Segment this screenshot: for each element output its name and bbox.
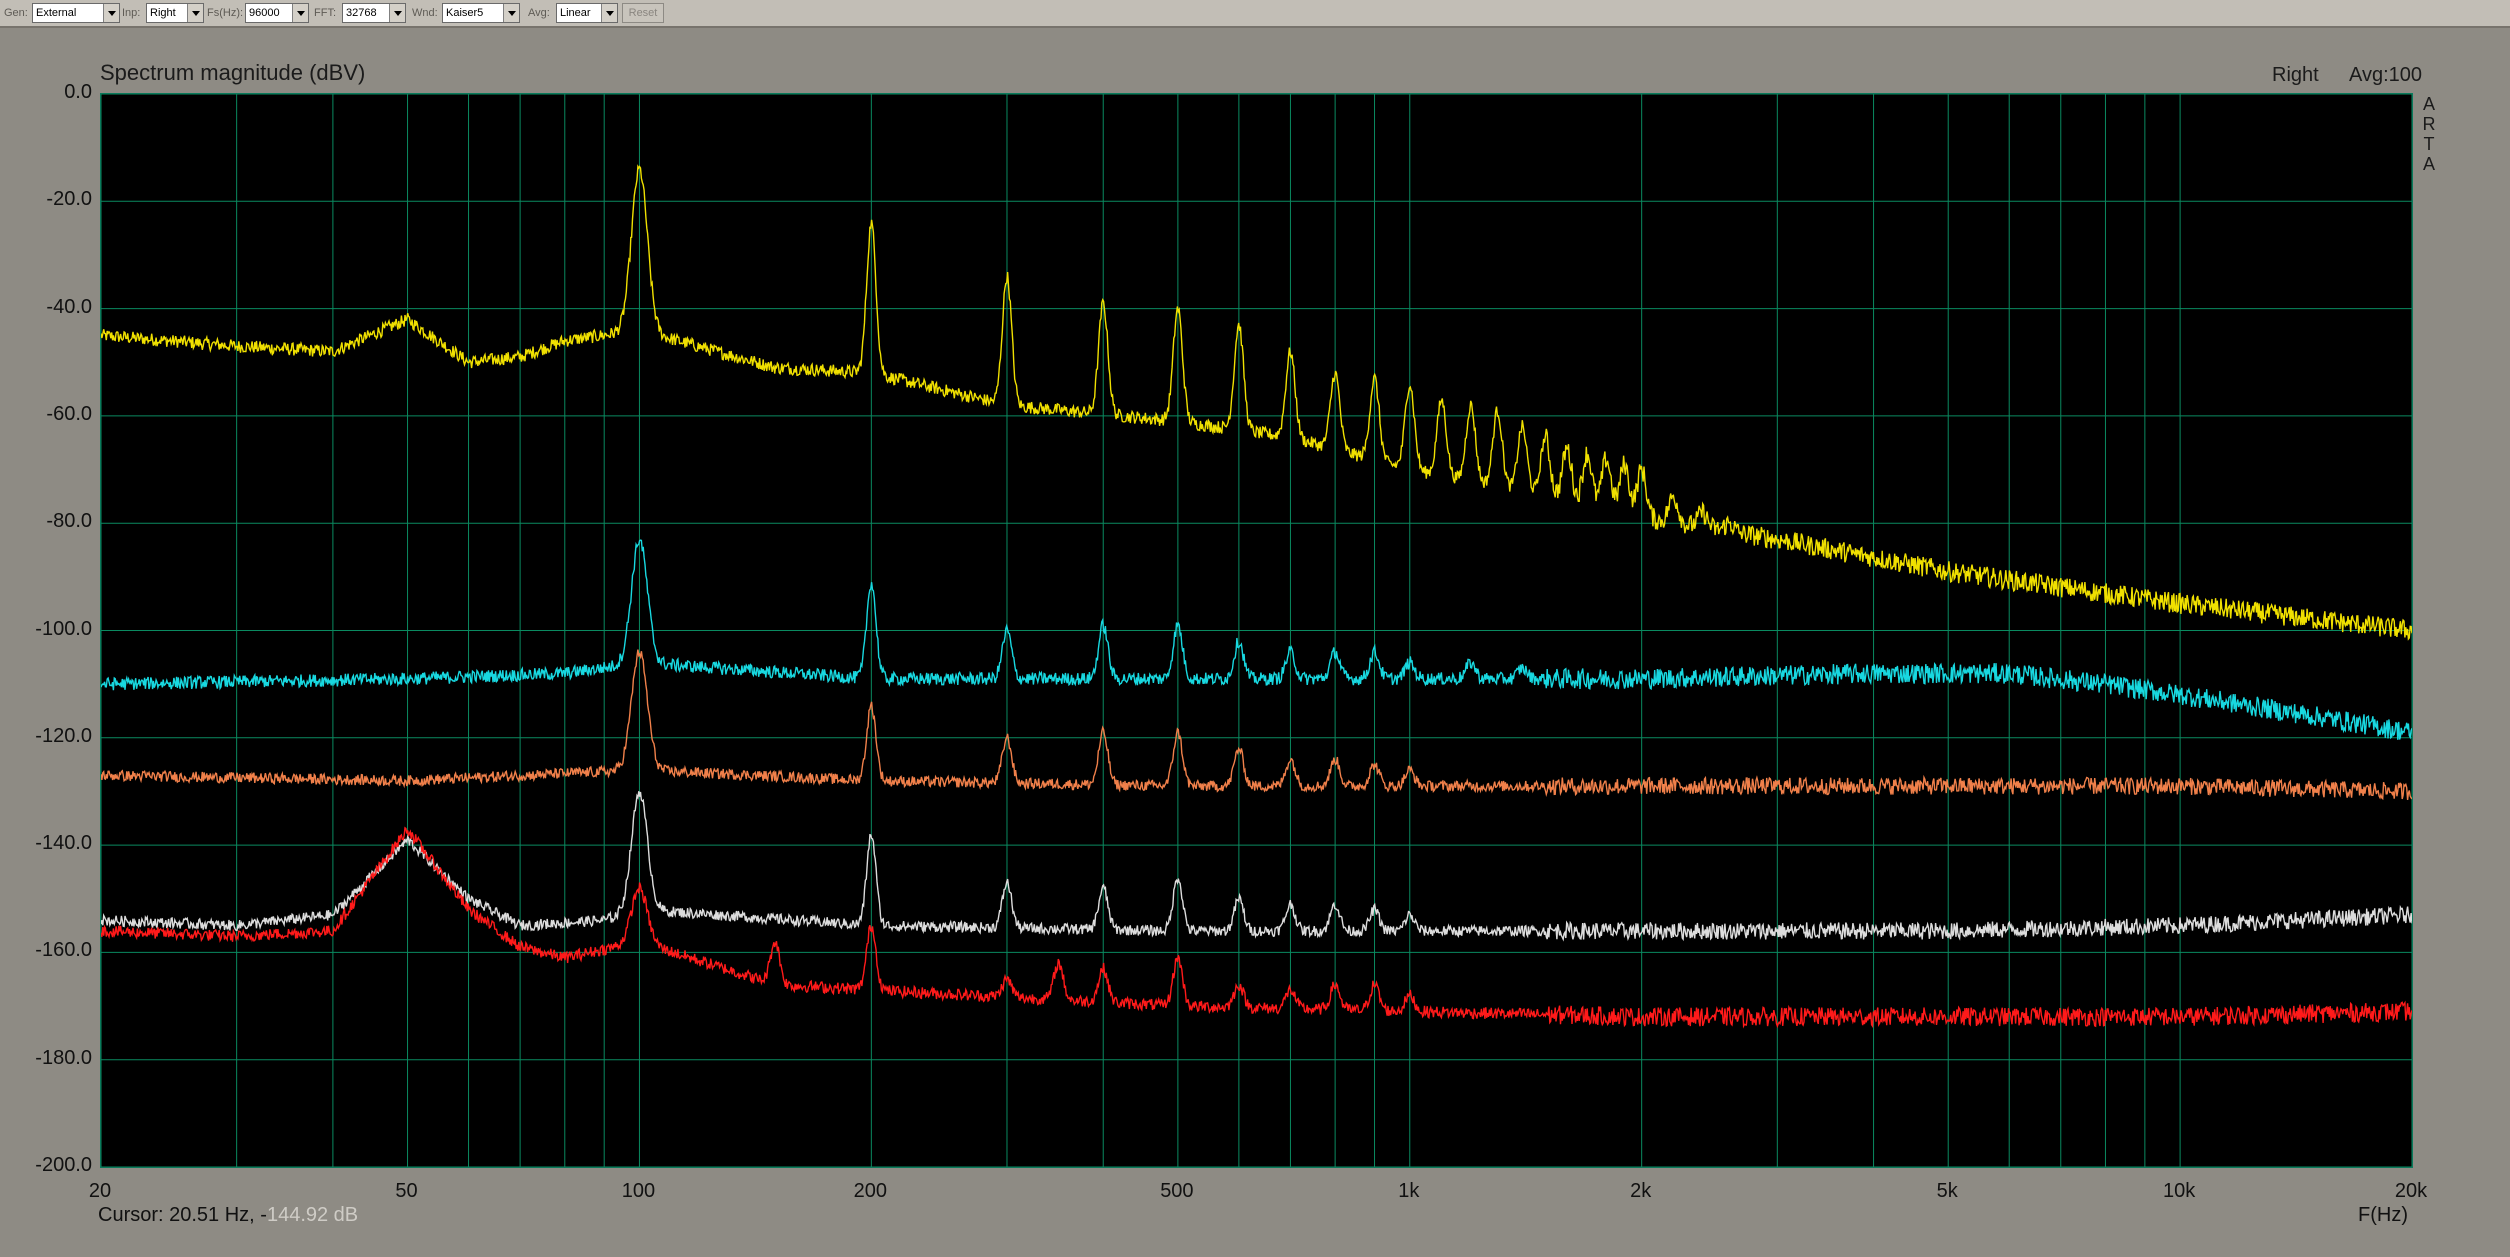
y-tick-label: -140.0 — [35, 832, 92, 855]
x-tick-label: 200 — [853, 1180, 888, 1202]
y-tick-label: -60.0 — [46, 402, 92, 425]
fft-size-select-value: 32768 — [346, 7, 377, 19]
arta-logo-letter: T — [2423, 134, 2435, 154]
samplerate-select[interactable]: 96000 — [245, 3, 309, 23]
chevron-down-icon[interactable] — [292, 4, 308, 22]
spectrum-trace-4 — [101, 791, 2412, 942]
gen-label: Gen: — [4, 7, 28, 19]
x-axis-label: F(Hz) — [2358, 1204, 2408, 1226]
y-tick-label: 0.0 — [64, 81, 92, 103]
cursor-readout-value: 144.92 dB — [266, 1204, 359, 1226]
arta-logo-letter: R — [2422, 114, 2436, 134]
x-tick-label: 50 — [395, 1180, 418, 1202]
fs-label: Fs(Hz): — [207, 7, 244, 19]
arta-logo-letter: A — [2422, 154, 2435, 174]
x-tick-label: 20 — [88, 1180, 112, 1202]
average-count-label: Avg:100 — [2349, 64, 2423, 86]
reset-button[interactable]: Reset — [622, 3, 664, 23]
x-tick-label: 5k — [1936, 1180, 1958, 1202]
x-tick-label: 500 — [1160, 1180, 1194, 1202]
y-tick-label: -120.0 — [35, 724, 92, 747]
y-tick-label: -100.0 — [35, 617, 92, 640]
averaging-select[interactable]: Linear — [556, 3, 618, 23]
chevron-down-icon[interactable] — [187, 4, 203, 22]
chevron-down-icon[interactable] — [103, 4, 119, 22]
chevron-down-icon[interactable] — [503, 4, 519, 22]
x-tick-label: 20k — [2394, 1180, 2428, 1202]
spectrum-trace-5 — [101, 826, 2412, 1029]
avg-type-label: Avg: — [528, 7, 550, 19]
fft-size-select[interactable]: 32768 — [342, 3, 406, 23]
x-tick-label: 2k — [1630, 1180, 1652, 1202]
arta-logo-letter: A — [2422, 94, 2435, 114]
generator-select[interactable]: External — [32, 3, 120, 23]
cursor-readout-text: Cursor: 20.51 Hz, - — [98, 1204, 267, 1226]
spectrum-plot[interactable] — [100, 93, 2413, 1168]
generator-select-value: External — [36, 7, 77, 19]
y-tick-label: -80.0 — [46, 510, 92, 533]
arta-logo: A R T A — [2420, 94, 2438, 174]
cursor-readout: Cursor: 20.51 Hz, -144.92 dB — [98, 1204, 358, 1227]
y-tick-label: -160.0 — [35, 939, 92, 962]
y-tick-label: -20.0 — [46, 188, 92, 211]
toolbar: Gen: External Inp: Right Fs(Hz): 96000 F… — [0, 0, 2510, 28]
input-select-value: Right — [150, 7, 176, 19]
input-select[interactable]: Right — [146, 3, 204, 23]
spectrum-trace-2 — [101, 539, 2412, 740]
chevron-down-icon[interactable] — [601, 4, 617, 22]
averaging-select-value: Linear — [560, 7, 591, 19]
samplerate-select-value: 96000 — [249, 7, 280, 19]
x-tick-label: 100 — [621, 1180, 656, 1202]
y-tick-label: -180.0 — [35, 1046, 92, 1069]
channel-label: Right — [2272, 64, 2319, 86]
spectrum-plot-svg — [101, 94, 2412, 1167]
x-tick-label: 1k — [1398, 1180, 1420, 1202]
inp-label: Inp: — [122, 7, 141, 19]
window-select[interactable]: Kaiser5 — [442, 3, 520, 23]
chart-title: Spectrum magnitude (dBV) — [100, 60, 366, 85]
y-tick-label: -200.0 — [35, 1154, 92, 1176]
window-select-value: Kaiser5 — [446, 7, 484, 19]
wnd-label: Wnd: — [412, 7, 438, 19]
x-tick-label: 10k — [2162, 1180, 2196, 1202]
y-tick-label: -40.0 — [46, 295, 92, 318]
chevron-down-icon[interactable] — [389, 4, 405, 22]
spectrum-trace-1 — [101, 164, 2412, 641]
fft-label: FFT: — [314, 7, 336, 19]
